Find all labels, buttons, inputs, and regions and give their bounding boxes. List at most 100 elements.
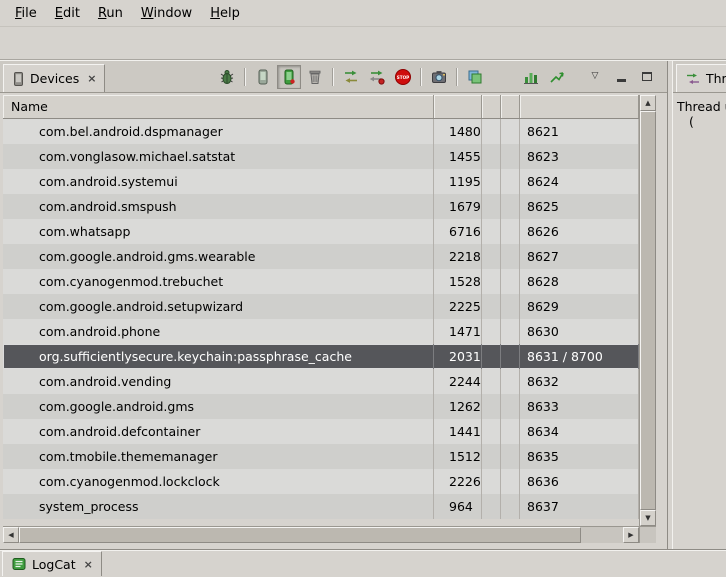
process-col4 [501,119,520,144]
menu-item[interactable]: Edit [46,1,89,26]
scroll-down-arrow-icon: ▼ [645,515,650,522]
scroll-right-button[interactable]: ▶ [623,527,639,543]
vertical-scroll-track[interactable] [640,111,656,510]
main-area: Devices × [0,60,726,549]
scroll-right-arrow-icon: ▶ [628,532,633,539]
stop-process-icon[interactable]: STOP [391,65,415,89]
process-col3 [482,444,501,469]
scroll-up-button[interactable]: ▲ [640,95,656,111]
close-icon[interactable]: × [84,558,93,571]
process-row[interactable]: system_process 964 8637 [3,494,639,519]
process-col3 [482,119,501,144]
process-row[interactable]: com.google.android.gms.wearable 22185 86… [3,244,639,269]
process-row[interactable]: com.android.systemui 1195 8624 [3,169,639,194]
process-col4 [501,194,520,219]
ui-hierarchy-icon[interactable] [463,65,487,89]
process-row[interactable]: com.cyanogenmod.lockclock 22265 8636 [3,469,639,494]
process-row[interactable]: com.vonglasow.michael.satstat 14553 8623 [3,144,639,169]
column-header-pid[interactable] [434,95,482,118]
process-port: 8626 [520,219,639,244]
minimize-icon[interactable] [609,65,633,89]
process-port: 8627 [520,244,639,269]
menu-item[interactable]: File [6,1,46,26]
horizontal-scroll-thumb[interactable] [19,527,581,543]
menu-item[interactable]: Run [89,1,132,26]
process-pid: 1480 [434,119,482,144]
toolbar-separator [420,68,422,86]
process-col3 [482,169,501,194]
sysinfo-chart-icon[interactable] [519,65,543,89]
update-heap-icon[interactable] [251,65,275,89]
tab-logcat[interactable]: LogCat × [2,551,102,576]
threads-message-line1: Thread up [677,99,726,114]
menu-item[interactable]: Window [132,1,201,26]
column-header-port[interactable] [520,95,639,118]
menu-item[interactable]: Help [201,1,249,26]
process-row[interactable]: com.cyanogenmod.trebuchet 1528 8628 [3,269,639,294]
process-col4 [501,144,520,169]
network-graph-icon[interactable] [545,65,569,89]
debug-process-icon[interactable] [215,65,239,89]
process-row[interactable]: com.bel.android.dspmanager 1480 8621 [3,119,639,144]
process-row[interactable]: com.tmobile.thememanager 1512 8635 [3,444,639,469]
cause-gc-trash-icon[interactable] [303,65,327,89]
process-name: com.android.phone [3,319,434,344]
process-col3 [482,394,501,419]
process-port: 8633 [520,394,639,419]
vertical-scrollbar[interactable]: ▲ ▼ [639,95,656,526]
process-col3 [482,194,501,219]
process-col3 [482,319,501,344]
scroll-down-button[interactable]: ▼ [640,510,656,526]
process-col4 [501,394,520,419]
process-port: 8635 [520,444,639,469]
process-name: com.android.systemui [3,169,434,194]
process-port: 8631 / 8700 [520,344,639,369]
process-name: com.cyanogenmod.lockclock [3,469,434,494]
view-menu-chevron-icon[interactable]: ▽ [583,65,607,89]
process-col4 [501,219,520,244]
process-pid: 1471 [434,319,482,344]
process-name: com.bel.android.dspmanager [3,119,434,144]
process-row[interactable]: com.google.android.gms 12623 8633 [3,394,639,419]
devices-tabstrip: Devices × [0,61,667,93]
column-header-3[interactable] [482,95,501,118]
dump-hprof-icon[interactable] [277,65,301,89]
process-row[interactable]: com.whatsapp 6716 8626 [3,219,639,244]
tab-threads[interactable]: Threads [676,64,726,92]
process-list: com.bel.android.dspmanager 1480 8621 com… [3,119,639,526]
process-col4 [501,169,520,194]
close-icon[interactable]: × [87,72,96,85]
process-port: 8621 [520,119,639,144]
tab-devices[interactable]: Devices × [3,64,105,92]
horizontal-scroll-track[interactable] [19,527,623,543]
process-col4 [501,344,520,369]
column-header-name[interactable]: Name [3,95,434,118]
device-icon [12,71,25,87]
process-col3 [482,369,501,394]
threads-tabstrip: Threads [673,61,726,93]
process-row[interactable]: com.android.smspush 1679 8625 [3,194,639,219]
vertical-scroll-thumb[interactable] [640,111,656,510]
process-col4 [501,294,520,319]
process-col4 [501,494,520,519]
process-col3 [482,244,501,269]
process-pid: 14411 [434,419,482,444]
process-pid: 14553 [434,144,482,169]
update-threads-icon[interactable] [339,65,363,89]
process-name: com.google.android.gms.wearable [3,244,434,269]
process-pid: 20311 [434,344,482,369]
process-row[interactable]: com.android.vending 22440 8632 [3,369,639,394]
process-row[interactable]: com.google.android.setupwizard 22250 862… [3,294,639,319]
horizontal-scrollbar[interactable]: ◀ ▶ [3,526,639,543]
process-name: com.whatsapp [3,219,434,244]
devices-toolbar: STOP [215,65,667,89]
process-row[interactable]: org.sufficientlysecure.keychain:passphra… [3,344,639,369]
process-row[interactable]: com.android.phone 1471 8630 [3,319,639,344]
process-row[interactable]: com.android.defcontainer 14411 8634 [3,419,639,444]
column-header-4[interactable] [501,95,520,118]
maximize-icon[interactable] [635,65,659,89]
scroll-left-button[interactable]: ◀ [3,527,19,543]
method-profiling-icon[interactable] [365,65,389,89]
screen-capture-camera-icon[interactable] [427,65,451,89]
process-name: system_process [3,494,434,519]
